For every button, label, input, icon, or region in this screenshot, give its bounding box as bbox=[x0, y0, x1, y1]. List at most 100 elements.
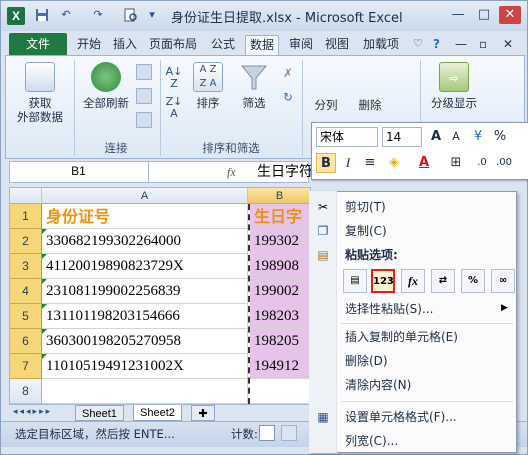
minimize-button[interactable]: — bbox=[447, 6, 469, 24]
align-center-icon[interactable]: ≡ bbox=[360, 153, 380, 173]
sheet-nav-icons[interactable]: ◂◂◂▸▸▸ bbox=[13, 407, 52, 417]
clear-filter-icon[interactable]: ✗ bbox=[280, 66, 296, 82]
font-color-icon[interactable]: A bbox=[414, 153, 434, 173]
tab-review[interactable]: 审阅 bbox=[285, 35, 317, 55]
tab-addins[interactable]: 加载项 bbox=[359, 35, 403, 55]
customize-qat-icon[interactable]: ▾ bbox=[145, 8, 159, 22]
tab-insert[interactable]: 插入 bbox=[109, 35, 141, 55]
get-external-data-button[interactable]: 获取 外部数据 bbox=[12, 62, 68, 124]
remove-duplicates-button[interactable]: 删除 bbox=[350, 96, 390, 112]
row-header[interactable]: 5 bbox=[10, 304, 42, 329]
menu-insert-copied[interactable]: 插入复制的单元格(E) bbox=[345, 327, 458, 347]
menu-copy[interactable]: 复制(C) bbox=[345, 221, 387, 241]
tab-file[interactable]: 文件 bbox=[9, 33, 67, 55]
normal-view-icon[interactable] bbox=[259, 425, 275, 441]
cell-a[interactable]: 330682199302264000 bbox=[42, 229, 248, 254]
menu-paste-special[interactable]: 选择性粘贴(S)... bbox=[345, 299, 433, 319]
cell-a[interactable]: 360300198205270958 bbox=[42, 329, 248, 354]
menu-cut[interactable]: 剪切(T) bbox=[345, 197, 386, 217]
cell-a[interactable]: 11010519491231002X bbox=[42, 354, 248, 379]
cell-b[interactable]: 198908 bbox=[250, 254, 310, 279]
cell-b[interactable]: 199302 bbox=[250, 229, 310, 254]
cell-b[interactable]: 199002 bbox=[250, 279, 310, 304]
row-header[interactable]: 1 bbox=[10, 204, 42, 229]
cell-a[interactable]: 131101198203154666 bbox=[42, 304, 248, 329]
currency-icon[interactable]: ¥ bbox=[468, 127, 488, 147]
tab-page-layout[interactable]: 页面布局 bbox=[145, 35, 201, 55]
edit-links-icon[interactable] bbox=[136, 112, 152, 128]
cell-b[interactable]: 194912 bbox=[250, 354, 310, 379]
minimize-ribbon-icon[interactable]: ♡ bbox=[409, 35, 427, 55]
insert-sheet-icon[interactable]: ✚ bbox=[191, 405, 215, 421]
paste-transpose-icon[interactable]: ⇄ bbox=[431, 269, 455, 293]
cell-b[interactable]: 生日字 bbox=[250, 204, 310, 229]
filter-button[interactable]: 筛选 bbox=[234, 62, 274, 110]
sort-button[interactable]: A ZZ A 排序 bbox=[188, 62, 228, 110]
sort-desc-icon[interactable]: Z↓ A bbox=[164, 96, 184, 120]
formula-content[interactable]: 生日字符 bbox=[257, 161, 313, 183]
row-header[interactable]: 2 bbox=[10, 229, 42, 254]
workbook-close-button[interactable]: ✕ bbox=[499, 35, 517, 55]
text-to-columns-button[interactable]: 分列 bbox=[306, 96, 346, 112]
tab-formulas[interactable]: 公式 bbox=[207, 35, 239, 55]
font-name-field[interactable]: 宋体 bbox=[316, 127, 378, 147]
sort-asc-icon[interactable]: A↓ Z bbox=[164, 66, 184, 90]
fx-icon[interactable]: fx bbox=[227, 161, 245, 183]
workbook-minimize-button[interactable]: — bbox=[451, 35, 471, 55]
tab-data[interactable]: 数据 bbox=[245, 35, 280, 55]
help-icon[interactable]: ? bbox=[429, 35, 444, 55]
cell-a[interactable]: 231081199002256839 bbox=[42, 279, 248, 304]
shrink-font-icon[interactable]: A bbox=[446, 127, 466, 147]
menu-delete[interactable]: 删除(D) bbox=[345, 351, 388, 371]
cell-b[interactable] bbox=[250, 379, 310, 404]
row-header[interactable]: 3 bbox=[10, 254, 42, 279]
paste-formatting-icon[interactable]: % bbox=[461, 269, 485, 293]
save-icon[interactable] bbox=[35, 8, 49, 22]
percent-icon[interactable]: % bbox=[490, 127, 510, 147]
reapply-icon[interactable]: ↻ bbox=[280, 90, 296, 106]
grow-font-icon[interactable]: A bbox=[426, 127, 446, 147]
excel-app-icon[interactable]: X bbox=[7, 7, 25, 25]
sheet-tab-sheet1[interactable]: Sheet1 bbox=[75, 405, 124, 421]
connections-icon[interactable] bbox=[136, 64, 152, 80]
page-layout-view-icon[interactable] bbox=[281, 425, 297, 441]
row-header[interactable]: 7 bbox=[10, 354, 42, 379]
paste-link-icon[interactable]: ∞ bbox=[491, 269, 515, 293]
column-header-a[interactable]: A bbox=[42, 188, 248, 204]
properties-icon[interactable] bbox=[136, 88, 152, 104]
cell-b[interactable]: 198203 bbox=[250, 304, 310, 329]
menu-clear[interactable]: 清除内容(N) bbox=[345, 375, 411, 395]
outline-button[interactable]: ⇨ 分级显示 bbox=[424, 62, 484, 110]
increase-decimal-icon[interactable]: .0 bbox=[472, 153, 492, 173]
font-size-field[interactable]: 14 bbox=[382, 127, 422, 147]
row-header[interactable]: 4 bbox=[10, 279, 42, 304]
maximize-button[interactable]: □ bbox=[473, 6, 495, 24]
row-header[interactable]: 8 bbox=[10, 379, 42, 404]
bold-icon[interactable]: B bbox=[316, 153, 336, 173]
fill-color-icon[interactable]: ◈ bbox=[384, 153, 404, 173]
paste-formulas-icon[interactable]: fx bbox=[401, 269, 425, 293]
column-header-b[interactable]: B bbox=[248, 188, 310, 204]
cell-b[interactable]: 198205 bbox=[250, 329, 310, 354]
decrease-decimal-icon[interactable]: .00 bbox=[494, 153, 514, 173]
italic-icon[interactable]: I bbox=[338, 153, 358, 173]
name-box[interactable]: B1 bbox=[9, 161, 149, 183]
paste-icon[interactable]: ▤ bbox=[343, 269, 367, 293]
menu-format-cells[interactable]: 设置单元格格式(F)... bbox=[345, 407, 457, 427]
paste-values-icon[interactable]: 123 bbox=[371, 269, 395, 293]
sheet-tab-sheet2[interactable]: Sheet2 bbox=[133, 405, 182, 421]
refresh-all-button[interactable]: 全部刷新 bbox=[80, 62, 132, 110]
redo-icon[interactable]: ↷ bbox=[91, 8, 105, 22]
menu-column-width[interactable]: 列宽(C)... bbox=[345, 431, 398, 451]
row-header[interactable]: 6 bbox=[10, 329, 42, 354]
close-button[interactable]: ✕ bbox=[499, 6, 521, 24]
cell-a[interactable] bbox=[42, 379, 248, 404]
undo-icon[interactable]: ↶ bbox=[59, 8, 73, 22]
cell-a[interactable]: 41120019890823729X bbox=[42, 254, 248, 279]
select-all-corner[interactable] bbox=[10, 188, 42, 204]
cell-a[interactable]: 身份证号 bbox=[42, 204, 248, 229]
tab-view[interactable]: 视图 bbox=[321, 35, 353, 55]
tab-home[interactable]: 开始 bbox=[73, 35, 105, 55]
print-preview-icon[interactable] bbox=[123, 8, 137, 22]
workbook-restore-button[interactable]: ▫ bbox=[475, 35, 491, 55]
